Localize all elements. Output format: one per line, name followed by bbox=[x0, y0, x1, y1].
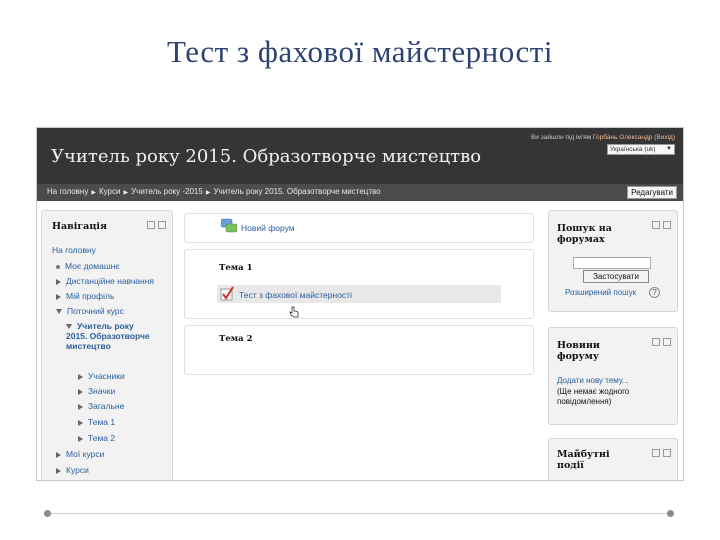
crumb-category[interactable]: Учитель року -2015 bbox=[131, 187, 203, 196]
nav-topic2-label: Тема 2 bbox=[88, 433, 116, 443]
crumb-course[interactable]: Учитель року 2015. Образотворче мистецтв… bbox=[213, 187, 380, 196]
nav-current-course[interactable]: Поточний курс bbox=[56, 306, 124, 316]
nav-my-courses[interactable]: Мої курси bbox=[56, 449, 104, 459]
language-value: Українська (uk) bbox=[610, 146, 656, 153]
dock-icon[interactable] bbox=[158, 221, 166, 229]
nav-course[interactable]: Учитель року 2015. Образотворче мистецтв… bbox=[66, 321, 156, 351]
nav-my-courses-label: Мої курси bbox=[66, 449, 105, 459]
collapse-icon[interactable] bbox=[652, 449, 660, 457]
section-topic1: Тема 1 Тест з фахової майстерності bbox=[184, 249, 534, 319]
nav-profile[interactable]: Мій профіль bbox=[56, 291, 114, 301]
search-forums-title: Пошук на форумах bbox=[557, 223, 612, 245]
topic1-title: Тема 1 bbox=[219, 263, 253, 273]
nav-badges-label: Значки bbox=[88, 386, 116, 396]
nav-badges[interactable]: Значки bbox=[78, 386, 115, 396]
login-info: Ви зайшли під ім'ям Горбань Олександр (В… bbox=[531, 134, 675, 141]
footer-dot-left bbox=[44, 510, 51, 517]
moodle-screenshot: Учитель року 2015. Образотворче мистецтв… bbox=[36, 127, 684, 481]
block-controls bbox=[649, 221, 671, 230]
user-link[interactable]: Горбань Олександр bbox=[593, 134, 652, 141]
quiz-link[interactable]: Тест з фахової майстерності bbox=[239, 290, 352, 300]
nav-home[interactable]: На головну bbox=[52, 245, 96, 255]
advanced-search-link[interactable]: Розширений пошук bbox=[565, 288, 636, 297]
footer-dot-right bbox=[667, 510, 674, 517]
search-input[interactable] bbox=[573, 257, 651, 269]
news-forum-title: Новини форуму bbox=[557, 340, 600, 362]
nav-participants[interactable]: Учасники bbox=[78, 371, 125, 381]
nav-distance[interactable]: Дистанційне навчання bbox=[56, 276, 154, 286]
topic2-title: Тема 2 bbox=[219, 334, 253, 344]
chevron-down-icon: ▼ bbox=[666, 146, 672, 152]
crumb-separator-icon: ▶ bbox=[91, 190, 96, 196]
crumb-home[interactable]: На головну bbox=[47, 187, 88, 196]
crumb-separator-icon: ▶ bbox=[123, 190, 129, 196]
nav-topic2[interactable]: Тема 2 bbox=[78, 433, 115, 443]
upcoming-events-title: Майбутні події bbox=[557, 449, 610, 471]
bullet-icon bbox=[56, 264, 60, 269]
nav-current-label: Поточний курс bbox=[67, 306, 124, 316]
dock-icon[interactable] bbox=[663, 221, 671, 229]
nav-topic1[interactable]: Тема 1 bbox=[78, 417, 115, 427]
nav-distance-label: Дистанційне навчання bbox=[66, 276, 154, 286]
breadcrumb-bar: На головну ▶ Курси ▶ Учитель року -2015 ▶ Учит… bbox=[37, 184, 683, 201]
breadcrumb: На головну ▶ Курси ▶ Учитель року -2015 ▶ Учит… bbox=[47, 187, 381, 196]
nav-dashboard[interactable]: Моє домашнє bbox=[56, 261, 120, 271]
quiz-activity-row[interactable]: Тест з фахової майстерності bbox=[217, 285, 501, 303]
block-controls bbox=[144, 221, 166, 230]
nav-course-label: Учитель року 2015. Образотворче мистецтв… bbox=[66, 321, 150, 351]
logout-link[interactable]: (Вихід) bbox=[654, 134, 675, 141]
slide-title: Тест з фахової майстерності bbox=[167, 34, 553, 69]
cursor-hand-icon bbox=[289, 306, 299, 318]
collapse-icon[interactable] bbox=[147, 221, 155, 229]
help-icon[interactable]: ? bbox=[649, 287, 660, 298]
news-empty-message: (Ще немає жодного повідомлення) bbox=[557, 387, 630, 406]
collapse-icon[interactable] bbox=[652, 221, 660, 229]
expand-arrow-icon bbox=[78, 403, 83, 410]
expand-arrow-icon bbox=[56, 278, 61, 285]
block-controls bbox=[649, 338, 671, 347]
dock-icon[interactable] bbox=[663, 449, 671, 457]
upcoming-events-block: Майбутні події bbox=[548, 438, 678, 480]
quiz-check-icon bbox=[220, 286, 234, 301]
site-title: Учитель року 2015. Образотворче мистецтв… bbox=[51, 146, 482, 167]
nav-topic1-label: Тема 1 bbox=[88, 417, 116, 427]
footer-rule bbox=[50, 513, 670, 514]
nav-general-label: Загальне bbox=[88, 401, 125, 411]
search-forums-block: Пошук на форумах Застосувати Розширений … bbox=[548, 210, 678, 312]
nav-general[interactable]: Загальне bbox=[78, 401, 124, 411]
nav-courses[interactable]: Курси bbox=[56, 465, 89, 475]
new-forum-link[interactable]: Новий форум bbox=[241, 223, 295, 233]
crumb-courses[interactable]: Курси bbox=[99, 187, 121, 196]
expand-arrow-icon bbox=[56, 467, 61, 474]
nav-dashboard-label: Моє домашнє bbox=[65, 261, 120, 271]
section-general: Новий форум bbox=[184, 213, 534, 243]
course-content: Новий форум Тема 1 Тест з фахової майсте… bbox=[184, 213, 534, 480]
dock-icon[interactable] bbox=[663, 338, 671, 346]
expand-arrow-icon bbox=[78, 373, 83, 380]
collapse-icon[interactable] bbox=[652, 338, 660, 346]
edit-button[interactable]: Редагувати bbox=[627, 186, 677, 199]
site-header: Учитель року 2015. Образотворче мистецтв… bbox=[37, 128, 683, 184]
navigation-title: Навігація bbox=[52, 221, 107, 232]
news-forum-block: Новини форуму Додати нову тему... (Ще не… bbox=[548, 327, 678, 425]
nav-courses-label: Курси bbox=[66, 465, 89, 475]
expand-arrow-icon bbox=[78, 388, 83, 395]
nav-participants-label: Учасники bbox=[88, 371, 125, 381]
block-controls bbox=[649, 449, 671, 458]
nav-profile-label: Мій профіль bbox=[66, 291, 115, 301]
language-select[interactable]: Українська (uk) ▼ bbox=[607, 144, 675, 155]
expand-arrow-icon bbox=[56, 293, 61, 300]
expand-arrow-icon bbox=[78, 435, 83, 442]
login-prefix: Ви зайшли під ім'ям bbox=[530, 134, 592, 141]
crumb-separator-icon: ▶ bbox=[205, 190, 211, 196]
navigation-block: Навігація На головну Моє домашнє Дистанц… bbox=[41, 210, 173, 480]
collapse-arrow-icon bbox=[66, 324, 72, 330]
collapse-arrow-icon bbox=[56, 309, 62, 315]
expand-arrow-icon bbox=[56, 451, 61, 458]
section-topic2: Тема 2 bbox=[184, 325, 534, 375]
search-button[interactable]: Застосувати bbox=[583, 270, 649, 283]
add-topic-link[interactable]: Додати нову тему... bbox=[557, 376, 629, 385]
expand-arrow-icon bbox=[78, 419, 83, 426]
forum-icon bbox=[221, 218, 237, 233]
